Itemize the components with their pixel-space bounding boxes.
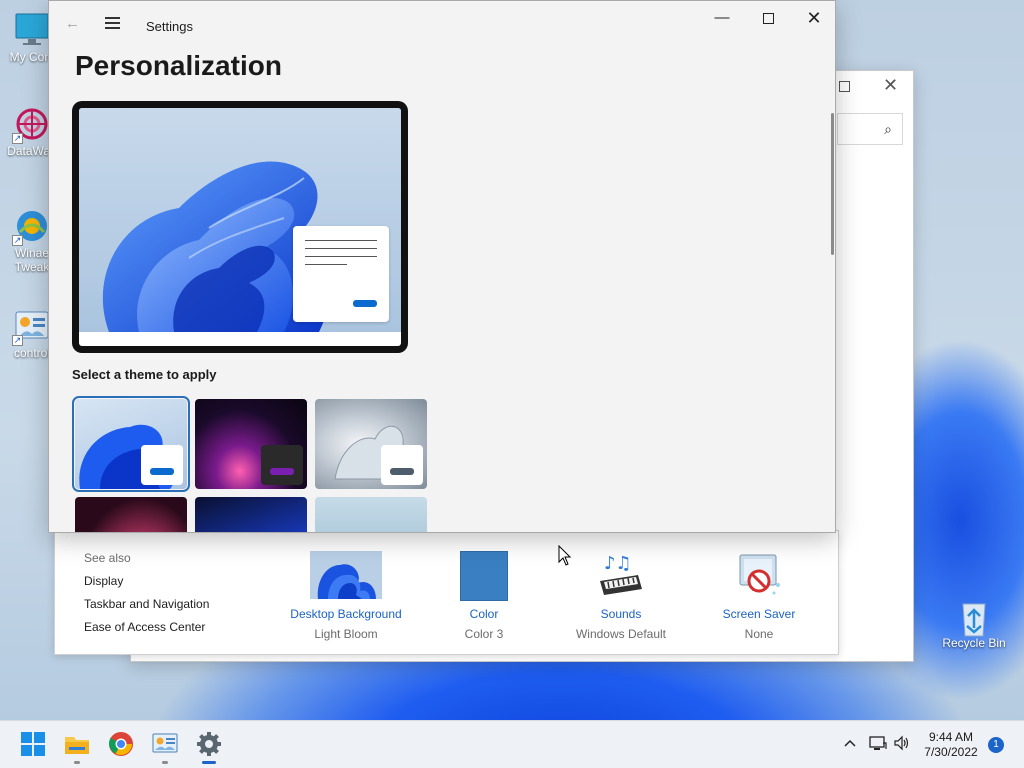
scrollbar-thumb[interactable] xyxy=(831,113,834,255)
link-taskbar-navigation[interactable]: Taskbar and Navigation xyxy=(84,597,209,611)
sounds-label: Sounds xyxy=(600,607,642,621)
theme-tile-sunrise[interactable] xyxy=(315,497,427,532)
close-button[interactable]: ✕ xyxy=(791,1,835,37)
back-arrow-icon[interactable]: ← xyxy=(65,15,80,32)
title-bar: ← Settings — ✕ xyxy=(49,1,835,49)
shortcut-arrow-icon: ↗ xyxy=(12,133,23,144)
file-explorer-icon[interactable] xyxy=(64,731,90,757)
maximize-icon[interactable] xyxy=(839,81,850,92)
screen-saver-icon xyxy=(734,551,784,601)
desktop-icon-label: Recycle Bin xyxy=(942,636,1006,650)
search-box[interactable]: ⌕ xyxy=(837,113,903,145)
theme-mini-window xyxy=(381,445,423,485)
taskbar: 9:44 AM 7/30/2022 1 xyxy=(0,720,1024,768)
theme-mini-window xyxy=(261,445,303,485)
desktop-background-item[interactable]: Desktop Background Light Bloom xyxy=(271,551,421,641)
maximize-icon xyxy=(762,12,774,24)
theme-tile-light-bloom[interactable] xyxy=(72,396,190,492)
chrome-icon[interactable] xyxy=(108,731,134,757)
clock-time: 9:44 AM xyxy=(928,730,974,744)
screen-saver-value: None xyxy=(744,627,774,641)
desktop-background-value: Light Bloom xyxy=(314,627,378,641)
theme-section-label: Select a theme to apply xyxy=(72,367,217,382)
hamburger-menu-icon[interactable] xyxy=(105,17,120,29)
monitor-icon xyxy=(14,12,50,48)
start-icon[interactable] xyxy=(20,731,46,757)
notification-badge[interactable]: 1 xyxy=(988,737,1004,753)
system-clock[interactable]: 9:44 AM 7/30/2022 xyxy=(918,730,984,760)
running-indicator xyxy=(162,761,168,764)
color-label: Color xyxy=(469,607,499,621)
volume-icon[interactable] xyxy=(893,735,911,768)
active-indicator xyxy=(202,761,216,764)
minimize-button[interactable]: — xyxy=(699,1,745,37)
network-icon[interactable] xyxy=(869,735,887,768)
link-ease-of-access[interactable]: Ease of Access Center xyxy=(84,620,205,634)
theme-mini-window xyxy=(141,445,183,485)
theme-tile-glow[interactable] xyxy=(195,399,307,489)
settings-icon[interactable] xyxy=(196,731,222,757)
recycle-bin-icon xyxy=(956,598,992,637)
theme-tile-captured-motion[interactable] xyxy=(315,399,427,489)
theme-preview xyxy=(72,101,408,353)
desktop-background-icon xyxy=(310,551,382,601)
svg-text:♪♫: ♪♫ xyxy=(604,553,632,574)
link-display[interactable]: Display xyxy=(84,574,123,588)
settings-window: ← Settings — ✕ Personalization Select a … xyxy=(48,0,836,533)
maximize-button[interactable] xyxy=(745,1,791,37)
screen-saver-item[interactable]: Screen Saver None xyxy=(684,551,834,641)
mouse-cursor-icon xyxy=(558,545,572,566)
sounds-value: Windows Default xyxy=(575,627,667,641)
datawag-icon: ↗ xyxy=(12,106,50,144)
clock-date: 7/30/2022 xyxy=(924,745,978,759)
theme-tile-flow[interactable] xyxy=(75,497,187,532)
desktop-background-label: Desktop Background xyxy=(290,607,402,621)
page-title: Personalization xyxy=(75,50,282,81)
chevron-up-icon[interactable] xyxy=(842,735,858,768)
sounds-icon: ♪♫ xyxy=(594,551,648,601)
shortcut-arrow-icon: ↗ xyxy=(12,335,23,346)
color-value: Color 3 xyxy=(464,627,504,641)
personalization-control-panel: See also Display Taskbar and Navigation … xyxy=(54,530,839,655)
close-icon[interactable]: ✕ xyxy=(883,75,898,96)
control-panel-icon[interactable] xyxy=(152,731,178,757)
preview-window-card xyxy=(293,226,389,322)
search-icon: ⌕ xyxy=(884,121,892,137)
window-title: Settings xyxy=(146,19,193,34)
theme-tile-bloom-dark[interactable] xyxy=(195,497,307,532)
shortcut-arrow-icon: ↗ xyxy=(12,235,23,246)
control-panel-icon: ↗ xyxy=(12,308,50,346)
desktop-icon-recycle-bin[interactable]: Recycle Bin xyxy=(938,598,1010,650)
color-item[interactable]: Color Color 3 xyxy=(409,551,559,641)
screen-saver-label: Screen Saver xyxy=(722,607,796,621)
color-swatch-icon xyxy=(460,551,508,601)
see-also-heading: See also xyxy=(84,551,131,565)
winaero-tweaker-icon: ↗ xyxy=(12,208,50,246)
running-indicator xyxy=(74,761,80,764)
